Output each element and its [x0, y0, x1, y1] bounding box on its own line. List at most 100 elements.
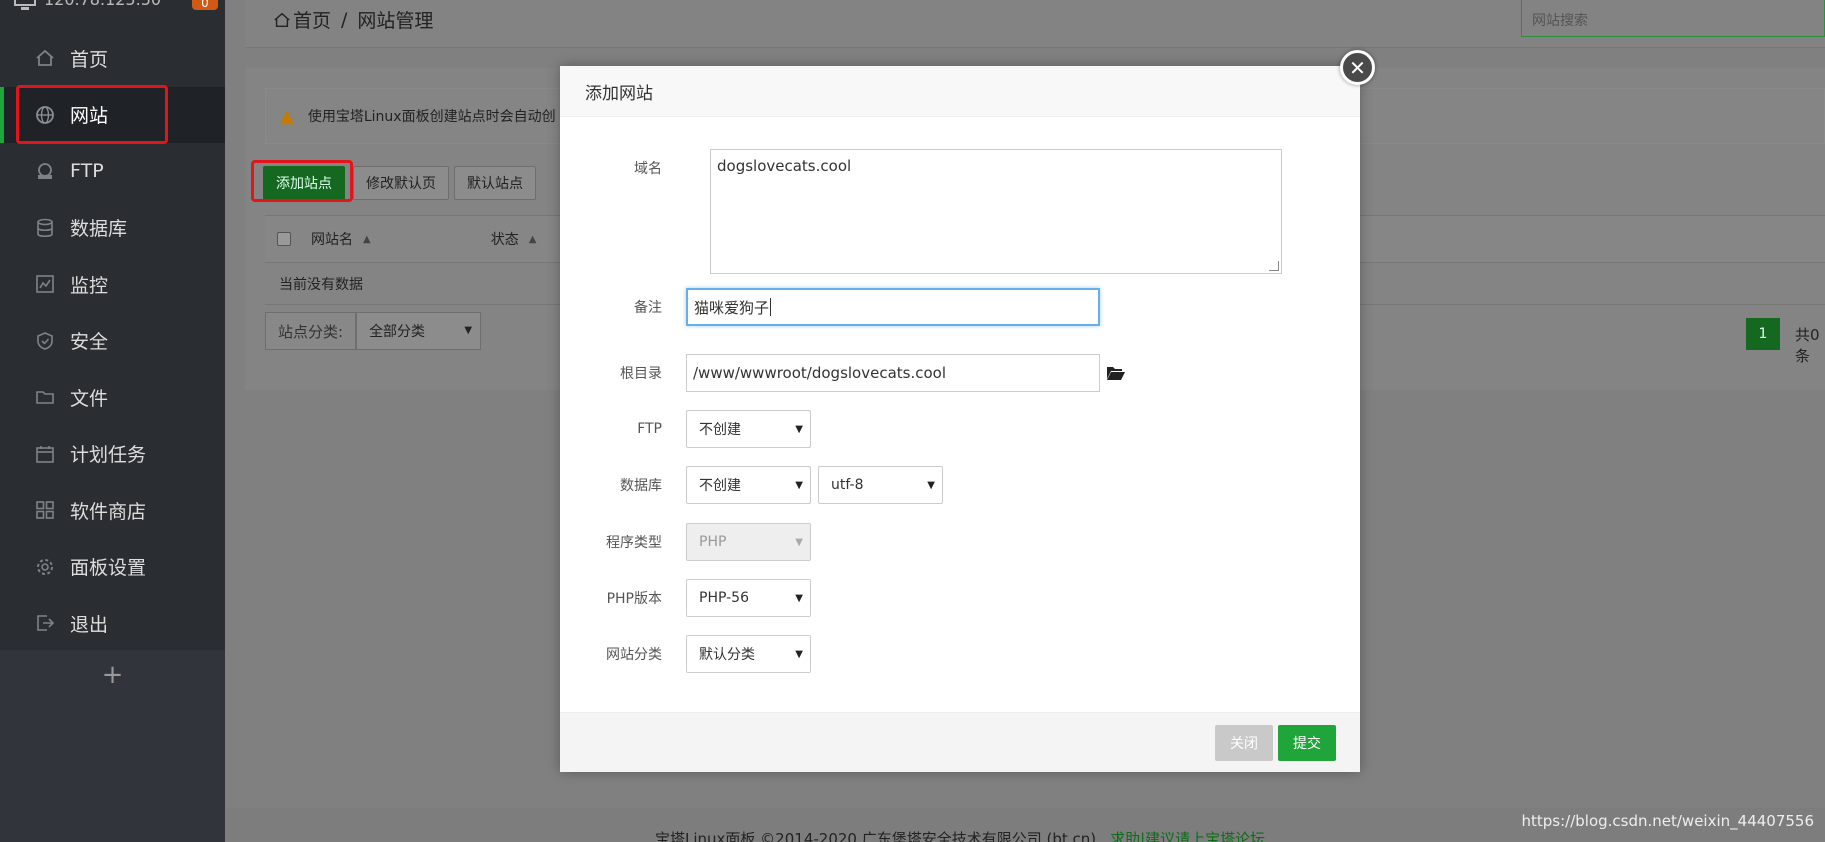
root-dir-input[interactable]: /www/wwwroot/dogslovecats.cool: [686, 354, 1100, 392]
category-filter-select[interactable]: 全部分类 ▼: [356, 312, 482, 350]
domain-textarea[interactable]: dogslovecats.cool: [710, 149, 1282, 274]
submit-button[interactable]: 提交: [1278, 725, 1336, 761]
php-version-label: PHP版本: [606, 591, 662, 607]
ftp-row: FTP 不创建 ▼: [560, 410, 811, 448]
php-version-select[interactable]: PHP-56 ▼: [686, 579, 811, 617]
warning-icon: ▲: [280, 105, 294, 127]
category-filter-value: 全部分类: [369, 324, 426, 340]
close-icon[interactable]: ✕: [1340, 50, 1375, 85]
default-site-button[interactable]: 默认站点: [454, 166, 536, 200]
sidebar-item-cron[interactable]: 计划任务: [0, 426, 225, 483]
sidebar-item-label: FTP: [70, 160, 104, 183]
footer-copyright: 宝塔Linux面板 ©2014-2020 广东堡塔安全技术有限公司 (bt.cn…: [655, 828, 1265, 842]
add-shortcut-button[interactable]: +: [0, 650, 225, 700]
php-version-value: PHP-56: [699, 590, 749, 606]
remark-value: 猫咪爱狗子: [694, 298, 770, 317]
root-dir-row: 根目录 /www/wwwroot/dogslovecats.cool: [560, 354, 1126, 392]
ftp-select[interactable]: 不创建 ▼: [686, 410, 811, 448]
sidebar-item-label: 退出: [70, 613, 109, 636]
site-category-label: 网站分类: [606, 647, 662, 663]
footer-copyright-text: 宝塔Linux面板 ©2014-2020 广东堡塔安全技术有限公司 (bt.cn…: [655, 830, 1097, 842]
shield-icon: [34, 330, 56, 352]
sidebar-item-monitor[interactable]: 监控: [0, 256, 225, 313]
chevron-down-icon: ▼: [795, 537, 803, 548]
sidebar-item-ftp[interactable]: FTP: [0, 143, 225, 200]
forum-link[interactable]: 求助|建议请上宝塔论坛: [1110, 830, 1265, 842]
ftp-value: 不创建: [699, 422, 741, 438]
program-type-value: PHP: [699, 534, 727, 550]
category-filter: 站点分类: 全部分类 ▼: [265, 312, 482, 350]
folder-open-icon[interactable]: [1106, 365, 1126, 381]
dialog-footer: 关闭 提交: [560, 712, 1360, 772]
sidebar-item-logout[interactable]: 退出: [0, 595, 225, 652]
grid-icon: [34, 499, 56, 521]
home-icon[interactable]: [273, 11, 291, 29]
chevron-down-icon: ▼: [795, 480, 803, 491]
program-type-row: 程序类型 PHP ▼: [560, 523, 811, 561]
sidebar-item-home[interactable]: 首页: [0, 30, 225, 87]
database-select[interactable]: 不创建 ▼: [686, 466, 811, 504]
database-label: 数据库: [620, 478, 662, 494]
pagination-current[interactable]: 1: [1746, 318, 1780, 350]
sidebar-item-label: 面板设置: [70, 557, 147, 580]
site-category-row: 网站分类 默认分类 ▼: [560, 635, 811, 673]
logout-icon: [34, 612, 56, 634]
breadcrumb-current: 网站管理: [357, 10, 434, 32]
highlight-sidebar-website: [16, 85, 168, 144]
database-icon: [34, 217, 56, 239]
sidebar-item-label: 监控: [70, 274, 109, 297]
category-filter-label: 站点分类:: [265, 312, 357, 350]
site-search-input[interactable]: 网站搜索: [1521, 0, 1825, 37]
server-icon: [14, 0, 36, 12]
sort-icon[interactable]: ▲: [363, 234, 371, 245]
sidebar-item-files[interactable]: 文件: [0, 369, 225, 426]
sort-icon[interactable]: ▲: [529, 234, 537, 245]
dialog-title: 添加网站: [560, 66, 1360, 117]
sidebar-item-store[interactable]: 软件商店: [0, 482, 225, 539]
pagination-total: 共0条: [1795, 326, 1820, 365]
sidebar-item-security[interactable]: 安全: [0, 313, 225, 370]
add-site-dialog: 添加网站 域名 dogslovecats.cool 备注 猫咪爱狗子 根目录 /…: [560, 66, 1360, 772]
folder-icon: [34, 386, 56, 408]
watermark: https://blog.csdn.net/weixin_44407556: [1521, 812, 1814, 830]
database-row: 数据库 不创建 ▼ utf-8 ▼: [560, 466, 943, 504]
charset-value: utf-8: [831, 477, 864, 493]
edit-default-page-button[interactable]: 修改默认页: [353, 166, 449, 200]
program-type-label: 程序类型: [606, 535, 662, 551]
database-value: 不创建: [699, 478, 741, 494]
sidebar-item-label: 软件商店: [70, 500, 147, 523]
remark-row: 备注 猫咪爱狗子: [560, 288, 1100, 326]
site-category-select[interactable]: 默认分类 ▼: [686, 635, 811, 673]
chevron-down-icon: ▼: [795, 649, 803, 660]
sidebar-item-settings[interactable]: 面板设置: [0, 539, 225, 596]
col-status[interactable]: 状态: [491, 229, 519, 249]
chevron-down-icon: ▼: [464, 325, 473, 336]
ftp-icon: [34, 160, 56, 182]
text-cursor: [770, 298, 772, 316]
sidebar-item-database[interactable]: 数据库: [0, 200, 225, 257]
gear-icon: [34, 556, 56, 578]
select-all-checkbox[interactable]: [277, 232, 291, 246]
sidebar-item-label: 首页: [70, 48, 109, 71]
ftp-label: FTP: [637, 421, 662, 437]
server-ip: 120.78.125.50: [44, 0, 161, 9]
sidebar-item-label: 数据库: [70, 218, 128, 241]
sidebar-item-label: 安全: [70, 331, 109, 354]
notification-badge[interactable]: 0: [192, 0, 218, 10]
close-button[interactable]: 关闭: [1215, 725, 1273, 761]
domain-label: 域名: [634, 161, 662, 177]
php-version-row: PHP版本 PHP-56 ▼: [560, 579, 811, 617]
breadcrumb-home[interactable]: 首页: [293, 6, 331, 33]
home-icon: [34, 47, 56, 69]
chevron-down-icon: ▼: [927, 480, 935, 491]
remark-input[interactable]: 猫咪爱狗子: [686, 288, 1100, 326]
monitor-icon: [34, 273, 56, 295]
notice-text: 使用宝塔Linux面板创建站点时会自动创: [307, 109, 556, 125]
resize-handle[interactable]: [1269, 261, 1279, 271]
col-site-name[interactable]: 网站名: [311, 229, 353, 249]
site-category-value: 默认分类: [699, 647, 755, 663]
domain-value: dogslovecats.cool: [717, 157, 852, 175]
chevron-down-icon: ▼: [795, 424, 803, 435]
program-type-select: PHP ▼: [686, 523, 811, 561]
charset-select[interactable]: utf-8 ▼: [818, 466, 943, 504]
